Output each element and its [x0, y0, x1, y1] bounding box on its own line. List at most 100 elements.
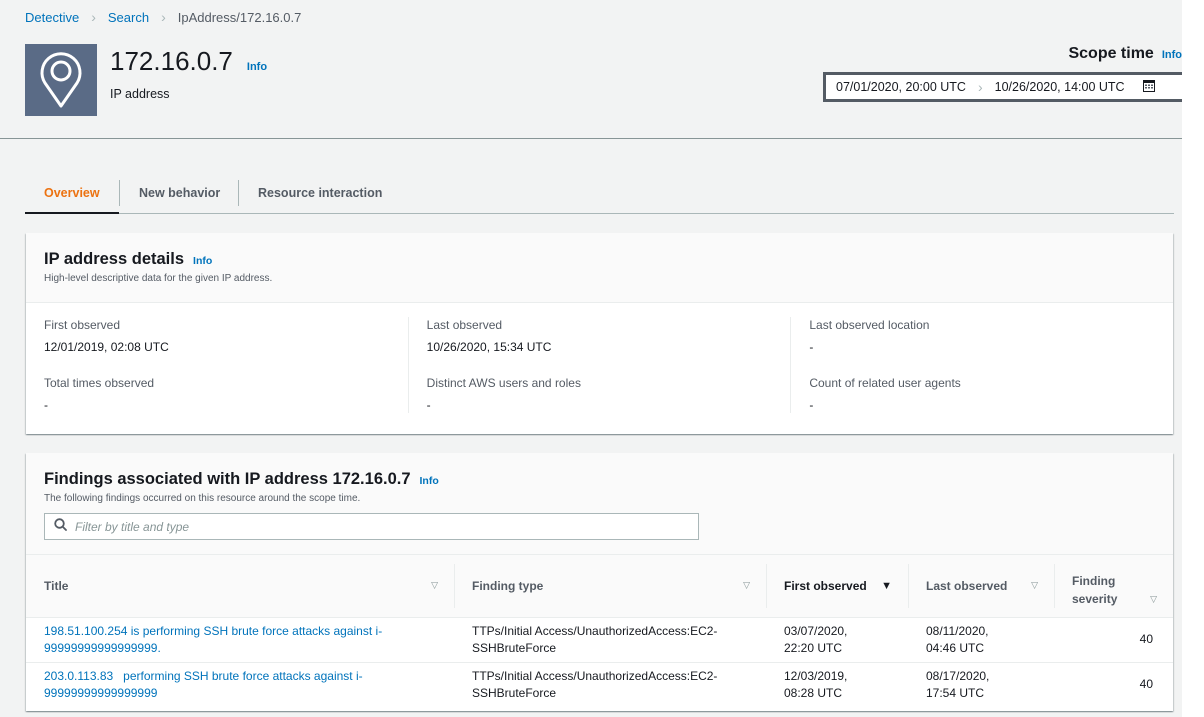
findings-header: Findings associated with IP address 172.…	[26, 453, 1173, 555]
time: 22:20 UTC	[784, 640, 843, 655]
cell-title: 198.51.100.254 is performing SSH brute f…	[26, 616, 454, 662]
table-row: 203.0.113.83 performing SSH brute force …	[26, 661, 1173, 707]
scope-time-info-link[interactable]: Info	[1162, 49, 1182, 61]
detail-last-observed-location: Last observed location -	[809, 317, 1173, 355]
detail-label: Count of related user agents	[809, 376, 961, 390]
detail-label: Distinct AWS users and roles	[426, 376, 581, 390]
cell-finding-type: TTPs/Initial Access/UnauthorizedAccess:E…	[454, 616, 766, 662]
ip-details-header: IP address details Info High-level descr…	[26, 233, 1173, 303]
breadcrumb-current: IpAddress/172.16.0.7	[177, 9, 302, 25]
header-divider	[0, 138, 1182, 139]
detail-distinct-users-roles: Distinct AWS users and roles -	[427, 375, 791, 413]
time: 08:28 UTC	[784, 685, 843, 700]
details-column: Last observed location - Count of relate…	[790, 317, 1173, 413]
sort-down-icon[interactable]: ▽	[1150, 594, 1157, 605]
date: 12/03/2019,	[784, 668, 848, 683]
findings-info-link[interactable]: Info	[420, 475, 439, 487]
tab-new-behavior[interactable]: New behavior	[120, 172, 238, 213]
chevron-right-icon: ›	[161, 9, 166, 25]
ip-details-heading: IP address details	[44, 250, 185, 268]
cell-severity: 40	[1054, 616, 1173, 662]
detail-total-times-observed: Total times observed -	[44, 375, 408, 413]
breadcrumb-detective[interactable]: Detective	[25, 10, 79, 25]
resource-type: IP address	[110, 87, 170, 101]
ip-details-grid: First observed 12/01/2019, 02:08 UTC Tot…	[26, 303, 1173, 413]
tab-overview[interactable]: Overview	[25, 172, 119, 214]
date: 08/11/2020,	[926, 623, 989, 638]
table-row: 198.51.100.254 is performing SSH brute f…	[26, 616, 1173, 662]
scope-time-title: Scope time	[1068, 45, 1154, 62]
ip-details-card: IP address details Info High-level descr…	[26, 233, 1173, 434]
detail-label: Last observed	[426, 318, 503, 332]
finding-title-link[interactable]: 198.51.100.254 is performing SSH brute f…	[44, 624, 382, 655]
sort-descending-icon[interactable]: ▼	[881, 580, 892, 592]
column-label: Title	[44, 578, 69, 593]
tab-bar: Overview New behavior Resource interacti…	[25, 172, 1174, 214]
date: 03/07/2020,	[784, 623, 848, 638]
detail-related-user-agents: Count of related user agents -	[809, 375, 1173, 413]
ip-details-title: IP address details Info	[44, 250, 1155, 269]
sort-down-icon[interactable]: ▽	[431, 580, 438, 591]
tab-resource-interaction[interactable]: Resource interaction	[239, 172, 382, 213]
ip-details-description: High-level descriptive data for the give…	[44, 273, 273, 284]
column-header-first-observed[interactable]: First observed ▼	[766, 555, 908, 617]
detail-first-observed: First observed 12/01/2019, 02:08 UTC	[44, 317, 408, 355]
time: 17:54 UTC	[926, 685, 985, 700]
cell-last-observed: 08/11/2020, 04:46 UTC	[908, 616, 1054, 662]
detail-label: Total times observed	[44, 376, 155, 390]
resource-ip: 172.16.0.7	[110, 46, 233, 76]
location-pin-icon	[25, 44, 97, 116]
column-header-finding-type[interactable]: Finding type ▽	[454, 555, 766, 617]
chevron-right-icon: ›	[977, 79, 983, 95]
detail-value: 10/26/2020, 15:34 UTC	[426, 340, 552, 354]
cell-first-observed: 03/07/2020, 22:20 UTC	[766, 616, 908, 662]
page-title: 172.16.0.7 Info	[110, 46, 267, 77]
detail-value: -	[426, 398, 431, 412]
cell-severity: 40	[1054, 661, 1173, 707]
ip-details-info-link[interactable]: Info	[193, 255, 212, 267]
scope-time-label: Scope time Info	[1068, 45, 1182, 63]
sort-down-icon[interactable]: ▽	[1031, 580, 1038, 591]
column-label: First observed	[784, 578, 867, 593]
column-label: Finding severity	[1072, 573, 1118, 606]
findings-title: Findings associated with IP address 172.…	[44, 470, 1155, 489]
filter-field[interactable]	[44, 513, 699, 540]
column-header-title[interactable]: Title ▽	[26, 555, 454, 617]
filter-input[interactable]	[75, 519, 675, 534]
detail-value: 12/01/2019, 02:08 UTC	[44, 340, 169, 354]
page: Detective › Search › IpAddress/172.16.0.…	[0, 0, 1182, 717]
scope-time-picker[interactable]: 07/01/2020, 20:00 UTC › 10/26/2020, 14:0…	[823, 72, 1182, 102]
detail-value: -	[809, 340, 814, 354]
sort-down-icon[interactable]: ▽	[743, 580, 750, 591]
breadcrumb-search[interactable]: Search	[108, 10, 149, 25]
info-link[interactable]: Info	[247, 61, 267, 73]
date: 08/17/2020,	[926, 668, 990, 683]
column-label: Finding type	[472, 578, 544, 593]
cell-first-observed: 12/03/2019, 08:28 UTC	[766, 661, 908, 707]
cell-title: 203.0.113.83 performing SSH brute force …	[26, 661, 454, 707]
detail-value: -	[44, 398, 48, 412]
cell-last-observed: 08/17/2020, 17:54 UTC	[908, 661, 1054, 707]
detail-last-observed: Last observed 10/26/2020, 15:34 UTC	[427, 317, 791, 355]
findings-card: Findings associated with IP address 172.…	[26, 453, 1173, 711]
search-icon	[54, 517, 67, 536]
breadcrumb: Detective › Search › IpAddress/172.16.0.…	[25, 9, 301, 25]
detail-value: -	[809, 398, 814, 412]
details-column: Last observed 10/26/2020, 15:34 UTC Dist…	[407, 317, 791, 413]
column-header-finding-severity[interactable]: Finding severity ▽	[1054, 555, 1173, 617]
findings-heading: Findings associated with IP address 172.…	[44, 470, 411, 488]
column-label: Last observed	[926, 578, 1008, 593]
details-column: First observed 12/01/2019, 02:08 UTC Tot…	[26, 317, 408, 413]
cell-finding-type: TTPs/Initial Access/UnauthorizedAccess:E…	[454, 661, 766, 707]
scope-end: 10/26/2020, 14:00 UTC	[994, 80, 1125, 94]
chevron-right-icon: ›	[91, 9, 96, 25]
column-header-last-observed[interactable]: Last observed ▽	[908, 555, 1054, 617]
findings-table: Title ▽ Finding type ▽ First observed ▼ Las…	[26, 555, 1173, 707]
findings-description: The following findings occurred on this …	[44, 493, 361, 504]
detail-label: First observed	[44, 318, 121, 332]
calendar-icon[interactable]	[1142, 79, 1155, 95]
table-header-row: Title ▽ Finding type ▽ First observed ▼ Las…	[26, 555, 1173, 617]
finding-title-link[interactable]: 203.0.113.83 performing SSH brute force …	[44, 669, 363, 700]
detail-label: Last observed location	[809, 318, 930, 332]
time: 04:46 UTC	[926, 640, 985, 655]
